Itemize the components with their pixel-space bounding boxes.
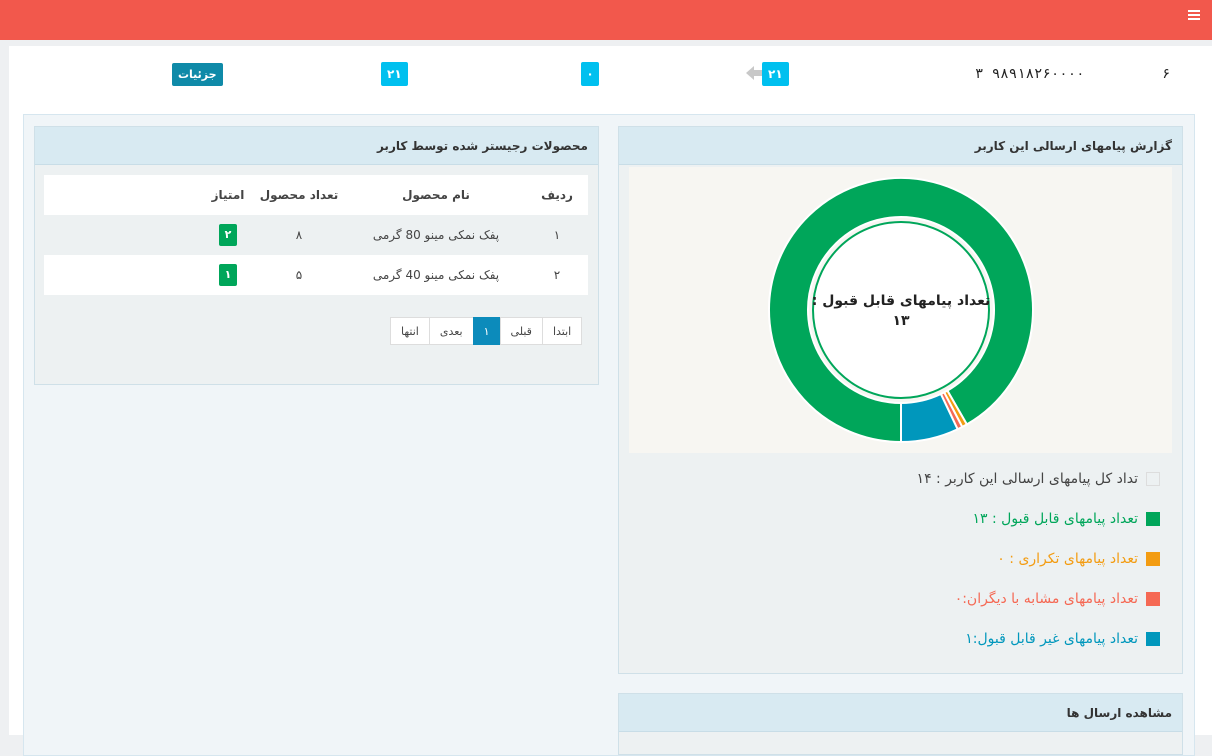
score-badge: ۲ [219, 224, 237, 246]
row-number: ۲ [526, 255, 588, 295]
product-name: پفک نمکی مینو 40 گرمی [346, 255, 526, 295]
legend-swatch [1146, 592, 1160, 606]
legend-swatch [1146, 632, 1160, 646]
zero-count-badge: ۰ [581, 62, 599, 86]
pager-page-1[interactable]: ۱ [472, 317, 501, 345]
product-qty: ۵ [252, 255, 346, 295]
legend-swatch [1146, 552, 1160, 566]
legend-item: تعداد پیامهای قابل قبول : ۱۳ [973, 511, 1160, 527]
legend-text: تعداد پیامهای غیر قابل قبول:۱ [965, 631, 1138, 647]
sends-panel: مشاهده ارسال ها [618, 693, 1183, 755]
legend-item: تداد کل پیامهای ارسالی این کاربر : ۱۴ [917, 471, 1160, 487]
legend-swatch [1146, 512, 1160, 526]
legend-item: تعداد پیامهای مشابه با دیگران:۰ [955, 591, 1160, 607]
donut-center-label: تعداد پیامهای قابل قبول : ۱۳ [801, 291, 1001, 331]
product-name: پفک نمکی مینو 80 گرمی [346, 215, 526, 255]
legend-item: تعداد پیامهای تکراری : ۰ [997, 551, 1160, 567]
report-panel-title: گزارش پیامهای ارسالی این کاربر [619, 127, 1182, 165]
report-panel: گزارش پیامهای ارسالی این کاربر تعداد پیا… [618, 126, 1183, 674]
sends-panel-title: مشاهده ارسال ها [619, 694, 1182, 732]
center-label-value: ۱۳ [892, 313, 910, 329]
table-row: ۱ پفک نمکی مینو 80 گرمی ۸ ۲ [44, 215, 588, 255]
details-button[interactable]: جزئیات [172, 63, 223, 86]
phone-number: ۹۸۹۱۸۲۶۰۰۰۰ ۳ [975, 66, 1085, 82]
total-count-badge: ۲۱ [381, 62, 408, 86]
product-qty: ۸ [252, 215, 346, 255]
products-panel: محصولات رجیستر شده توسط کاربر ردیف نام م… [34, 126, 599, 385]
sent-count-badge: ۲۱ [762, 62, 789, 86]
score-badge: ۱ [219, 264, 237, 286]
legend-text: تعداد پیامهای مشابه با دیگران:۰ [954, 591, 1138, 607]
center-label-text: تعداد پیامهای قابل قبول : [811, 293, 991, 309]
hamburger-icon[interactable] [1188, 10, 1200, 22]
pager-prev[interactable]: قبلی [499, 317, 543, 345]
row-number: ۱ [526, 215, 588, 255]
legend-item: تعداد پیامهای غیر قابل قبول:۱ [965, 631, 1160, 647]
legend-swatch [1146, 472, 1160, 486]
legend-text: تعداد پیامهای تکراری : ۰ [997, 551, 1138, 567]
pagination: انتها بعدی ۱ قبلی ابتدا [390, 317, 583, 345]
products-table: ردیف نام محصول تعداد محصول امتیاز ۱ پفک … [44, 175, 588, 295]
top-bar [0, 0, 1212, 40]
legend-text: تعداد پیامهای قابل قبول : ۱۳ [972, 511, 1138, 527]
row-index: ۶ [1162, 66, 1171, 82]
table-row: ۲ پفک نمکی مینو 40 گرمی ۵ ۱ [44, 255, 588, 295]
pager-next[interactable]: بعدی [428, 317, 474, 345]
legend-text: تداد کل پیامهای ارسالی این کاربر : ۱۴ [916, 471, 1138, 487]
arrow-left-icon [746, 66, 763, 80]
pager-first[interactable]: ابتدا [541, 317, 583, 345]
chart-area: تعداد پیامهای قابل قبول : ۱۳ [629, 167, 1172, 453]
column-header: ردیف [526, 175, 588, 215]
column-header: نام محصول [346, 175, 526, 215]
column-header: امتیاز [204, 175, 252, 215]
column-header: تعداد محصول [252, 175, 346, 215]
products-panel-title: محصولات رجیستر شده توسط کاربر [35, 127, 598, 165]
pager-last[interactable]: انتها [390, 317, 430, 345]
